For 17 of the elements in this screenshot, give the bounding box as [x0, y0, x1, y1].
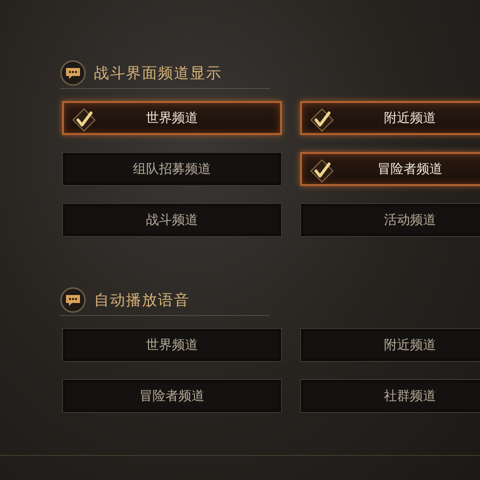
channel-toggle[interactable]: 冒险者频道 — [300, 152, 480, 186]
channel-toggle[interactable]: 社群频道 — [300, 379, 480, 413]
checkmark-icon — [72, 108, 96, 132]
channel-toggle[interactable]: 战斗频道 — [62, 203, 282, 237]
section-title: 战斗界面频道显示 — [94, 64, 222, 82]
channel-toggle[interactable]: 附近频道 — [300, 101, 480, 135]
chat-bubble-icon — [60, 287, 86, 313]
checkmark-icon — [310, 159, 334, 183]
channel-toggle[interactable]: 附近频道 — [300, 328, 480, 362]
channel-toggle[interactable]: 世界频道 — [62, 328, 282, 362]
checkmark-icon — [310, 108, 334, 132]
channel-toggle[interactable]: 冒险者频道 — [62, 379, 282, 413]
channel-toggle[interactable]: 活动频道 — [300, 203, 480, 237]
channel-toggle[interactable]: 组队招募频道 — [62, 152, 282, 186]
chat-bubble-icon — [60, 60, 86, 86]
channel-toggle[interactable]: 世界频道 — [62, 101, 282, 135]
section-title: 自动播放语音 — [94, 290, 190, 310]
